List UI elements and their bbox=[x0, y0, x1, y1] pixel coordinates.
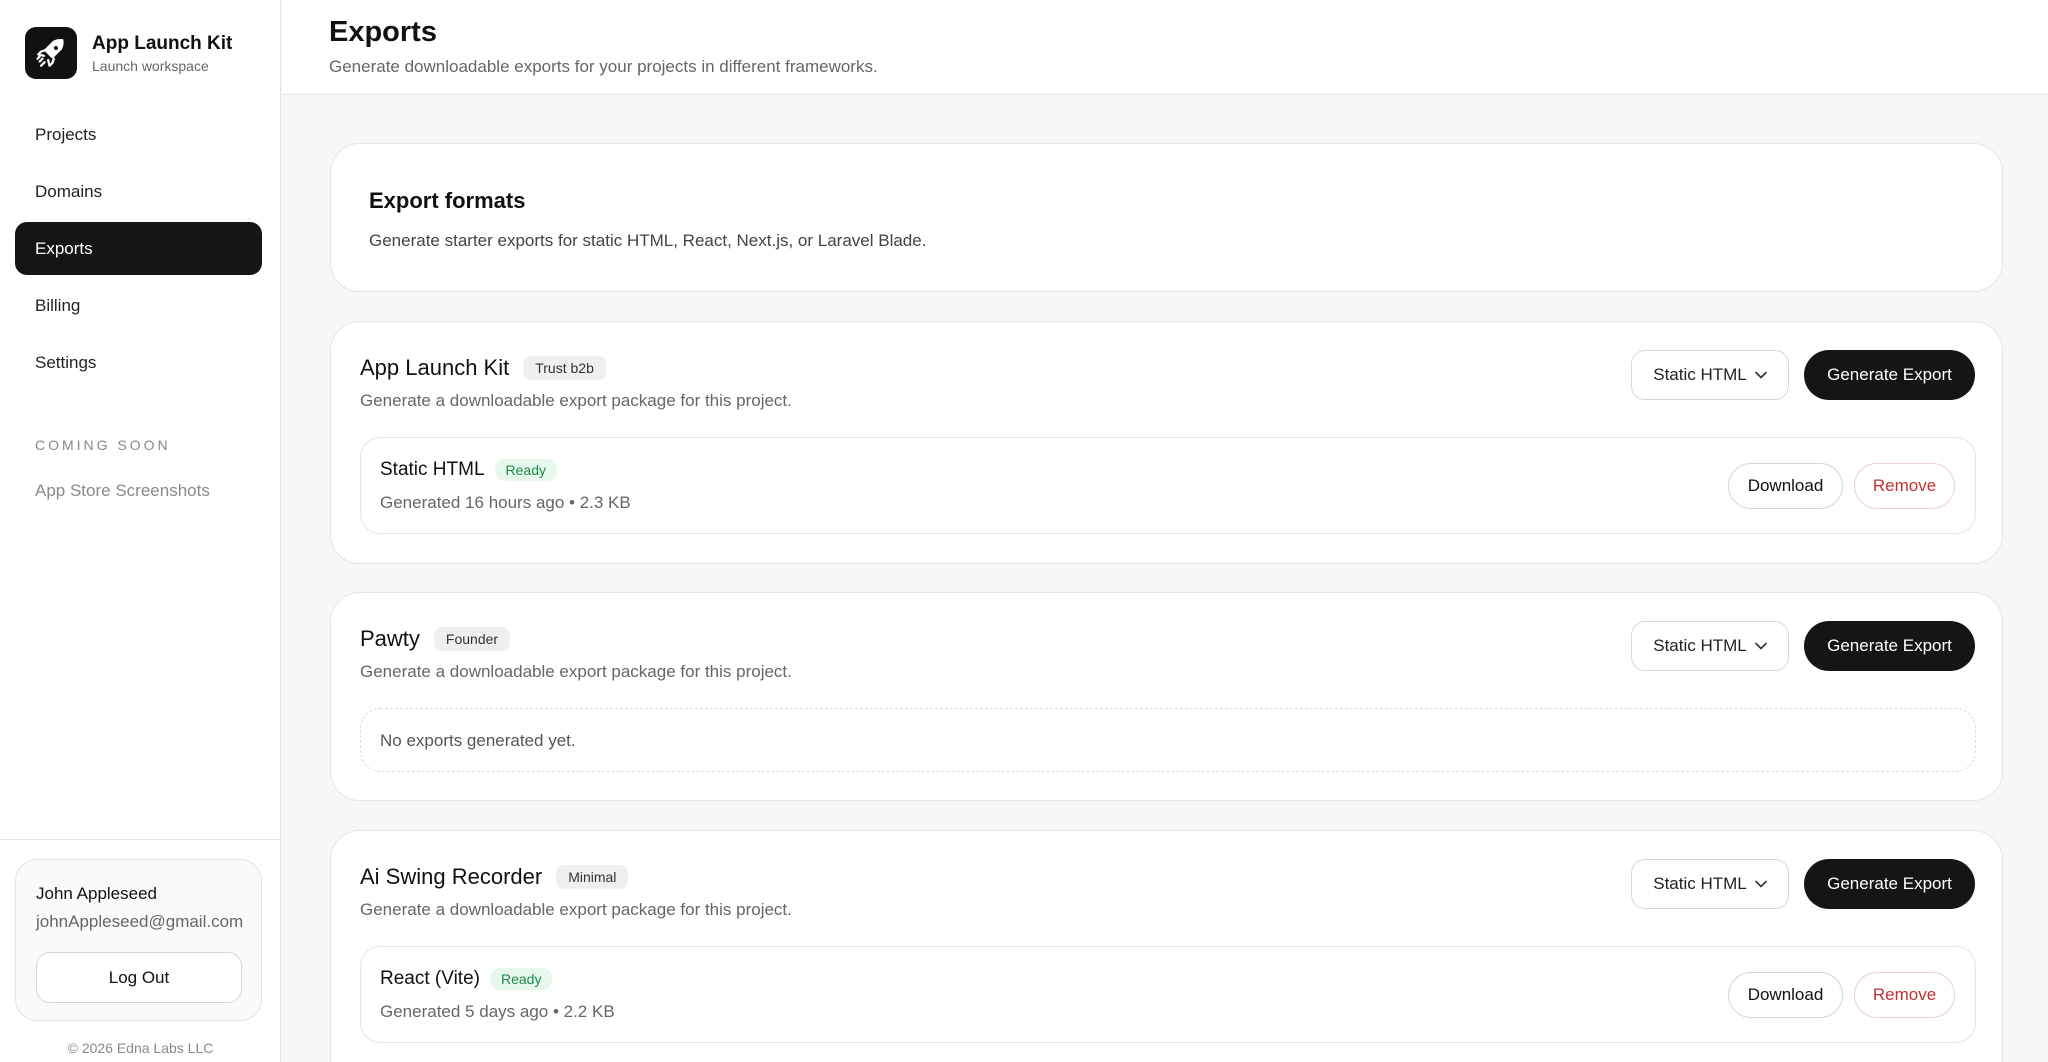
project-name: App Launch Kit bbox=[360, 355, 510, 380]
empty-message: No exports generated yet. bbox=[380, 731, 576, 750]
project-tag: Minimal bbox=[556, 865, 629, 889]
copyright: © 2026 Edna Labs LLC bbox=[67, 1040, 214, 1056]
format-select-value: Static HTML bbox=[1653, 874, 1747, 893]
export-formats-card: Export formats Generate starter exports … bbox=[330, 143, 2003, 292]
format-select[interactable]: Static HTML bbox=[1631, 621, 1789, 671]
sidebar: App Launch Kit Launch workspace Projects… bbox=[0, 0, 281, 1062]
export-item: Static HTML Ready Generated 16 hours ago… bbox=[360, 437, 1976, 534]
user-name: John Appleseed bbox=[36, 884, 157, 903]
project-card: App Launch Kit Trust b2b Generate a down… bbox=[330, 321, 2003, 564]
generate-export-button[interactable]: Generate Export bbox=[1804, 350, 1975, 400]
project-description: Generate a downloadable export package f… bbox=[360, 900, 792, 919]
user-email: johnAppleseed@gmail.com bbox=[36, 912, 244, 931]
export-meta: Generated 16 hours ago • 2.3 KB bbox=[380, 493, 631, 512]
sidebar-item-exports[interactable]: Exports bbox=[15, 222, 262, 275]
sidebar-item-settings[interactable]: Settings bbox=[15, 336, 262, 389]
brand[interactable]: App Launch Kit Launch workspace bbox=[25, 27, 232, 79]
page-subtitle: Generate downloadable exports for your p… bbox=[329, 57, 878, 76]
sidebar-item-projects[interactable]: Projects bbox=[15, 108, 262, 161]
project-tag: Trust b2b bbox=[523, 356, 606, 380]
chevron-down-icon bbox=[1754, 880, 1767, 888]
status-badge: Ready bbox=[489, 968, 553, 990]
sidebar-item-billing[interactable]: Billing bbox=[15, 279, 262, 332]
remove-button[interactable]: Remove bbox=[1854, 463, 1955, 509]
brand-name: App Launch Kit bbox=[92, 32, 233, 54]
format-select[interactable]: Static HTML bbox=[1631, 350, 1789, 400]
export-name: React (Vite) bbox=[380, 968, 480, 989]
chevron-down-icon bbox=[1754, 371, 1767, 379]
logout-button[interactable]: Log Out bbox=[36, 952, 242, 1003]
status-badge: Ready bbox=[494, 459, 557, 481]
user-card: John Appleseed johnAppleseed@gmail.com L… bbox=[15, 859, 262, 1021]
rocket-icon bbox=[25, 27, 77, 79]
project-card: Ai Swing Recorder Minimal Generate a dow… bbox=[330, 830, 2003, 1062]
export-meta: Generated 5 days ago • 2.2 KB bbox=[380, 1002, 615, 1021]
export-item: React (Vite) Ready Generated 5 days ago … bbox=[360, 946, 1976, 1043]
project-description: Generate a downloadable export package f… bbox=[360, 391, 792, 410]
sidebar-nav: Projects Domains Exports Billing Setting… bbox=[15, 108, 262, 393]
project-card: Pawty Founder Generate a downloadable ex… bbox=[330, 592, 2003, 801]
coming-soon-label: COMING SOON bbox=[35, 437, 171, 453]
remove-button[interactable]: Remove bbox=[1854, 972, 1955, 1018]
sidebar-item-app-store-screenshots: App Store Screenshots bbox=[35, 481, 210, 500]
export-name: Static HTML bbox=[380, 459, 485, 480]
export-formats-description: Generate starter exports for static HTML… bbox=[369, 231, 927, 250]
page-header: Exports Generate downloadable exports fo… bbox=[282, 0, 2048, 95]
format-select-value: Static HTML bbox=[1653, 636, 1747, 655]
format-select-value: Static HTML bbox=[1653, 365, 1747, 384]
generate-export-button[interactable]: Generate Export bbox=[1804, 859, 1975, 909]
chevron-down-icon bbox=[1754, 642, 1767, 650]
project-tag: Founder bbox=[433, 627, 511, 651]
generate-export-button[interactable]: Generate Export bbox=[1804, 621, 1975, 671]
project-name: Pawty bbox=[360, 626, 420, 651]
sidebar-divider bbox=[0, 839, 281, 840]
brand-subtitle: Launch workspace bbox=[92, 57, 209, 74]
export-formats-title: Export formats bbox=[369, 188, 526, 213]
sidebar-item-domains[interactable]: Domains bbox=[15, 165, 262, 218]
project-name: Ai Swing Recorder bbox=[360, 864, 543, 889]
download-button[interactable]: Download bbox=[1728, 972, 1843, 1018]
project-description: Generate a downloadable export package f… bbox=[360, 662, 792, 681]
format-select[interactable]: Static HTML bbox=[1631, 859, 1789, 909]
download-button[interactable]: Download bbox=[1728, 463, 1843, 509]
empty-exports: No exports generated yet. bbox=[360, 708, 1976, 772]
page-title: Exports bbox=[329, 16, 437, 48]
